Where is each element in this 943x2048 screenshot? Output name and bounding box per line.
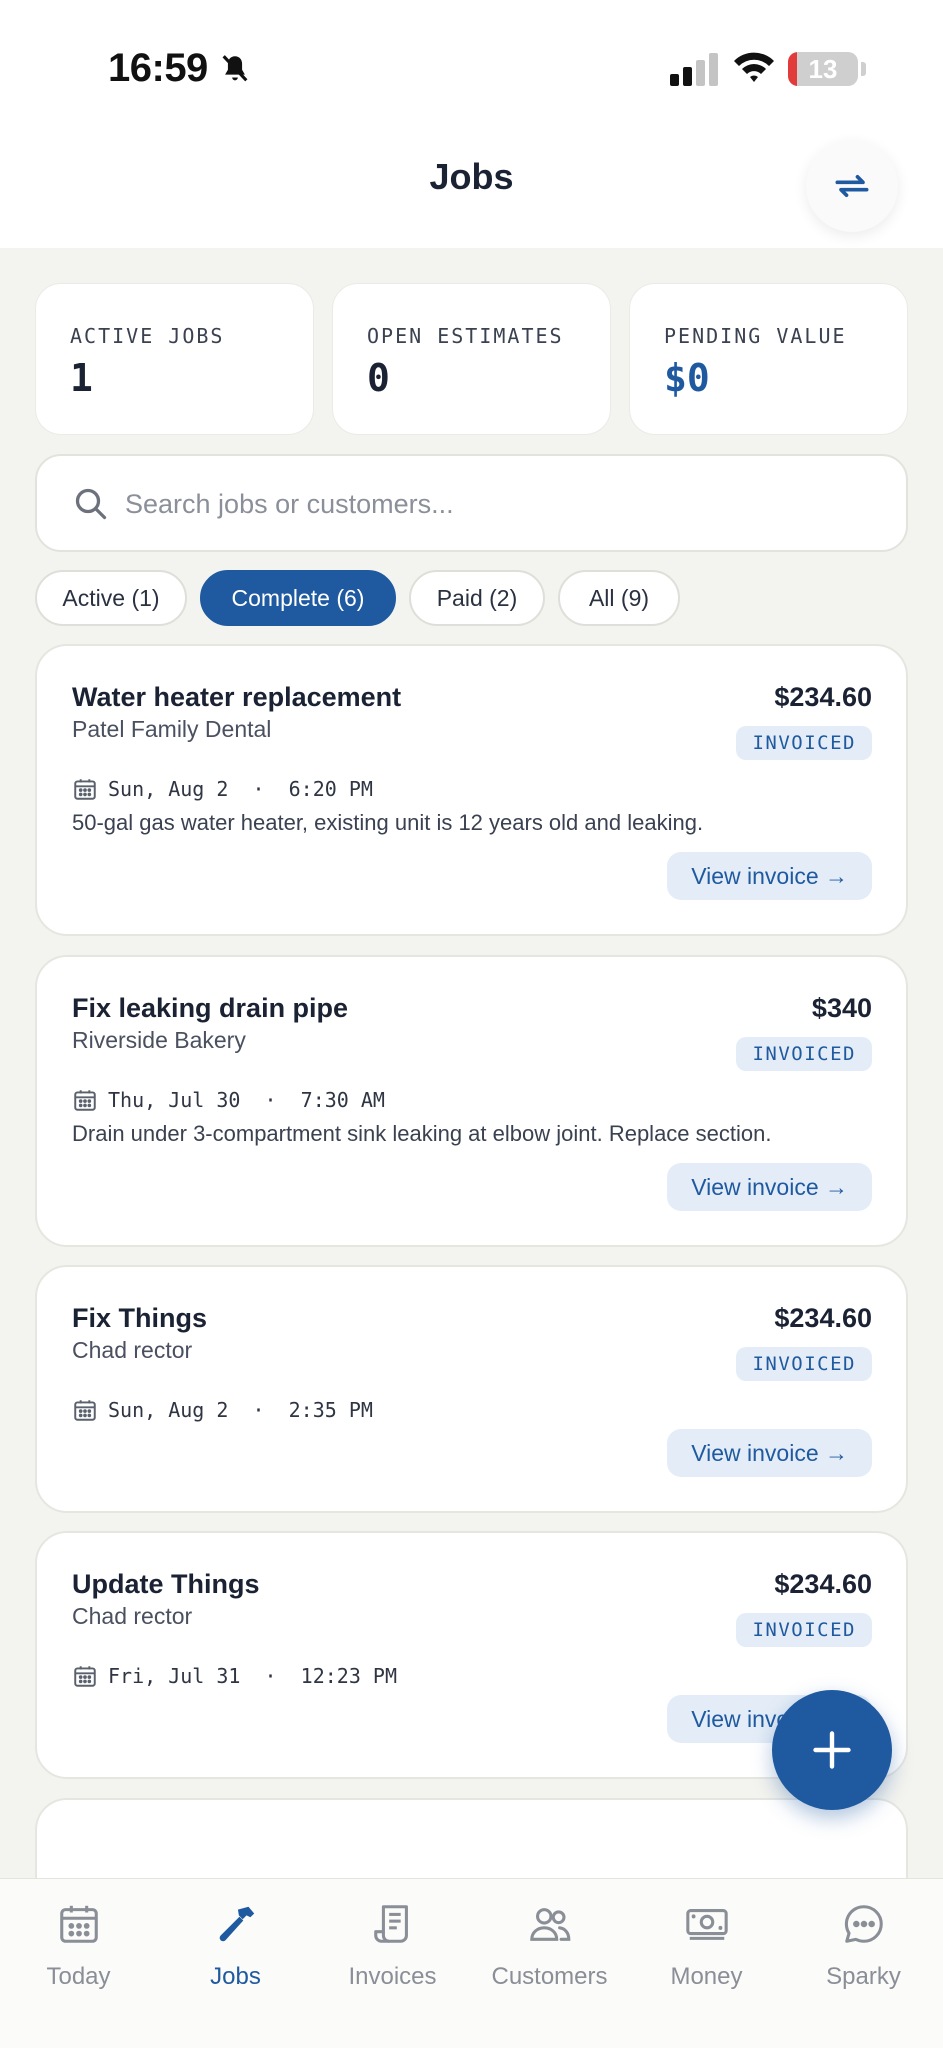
page-title: Jobs: [429, 156, 514, 197]
status-badge: INVOICED: [736, 1613, 872, 1647]
job-customer: Chad rector: [72, 1337, 193, 1363]
job-amount: $234.60: [774, 1569, 872, 1599]
job-date-row: Sun, Aug 2 · 2:35 PM: [72, 1395, 373, 1425]
nav-label: Money: [670, 1963, 743, 1990]
cellular-signal-icon: [670, 53, 718, 86]
job-title: Fix leaking drain pipe: [72, 993, 349, 1023]
nav-item-money[interactable]: Money: [628, 1893, 785, 2003]
search-icon: [75, 488, 107, 520]
battery-indicator: 13: [788, 52, 858, 86]
job-notes: 50-gal gas water heater, existing unit i…: [72, 810, 704, 835]
job-date: Thu, Jul 30 · 7:30 AM: [108, 1088, 385, 1112]
nav-label: Jobs: [210, 1963, 261, 1990]
job-amount: $234.60: [774, 682, 872, 712]
job-amount: $340: [811, 993, 872, 1023]
job-date: Fri, Jul 31 · 12:23 PM: [108, 1664, 397, 1688]
nav-label: Invoices: [348, 1963, 437, 1990]
filter-chip-active[interactable]: Active (1): [35, 570, 187, 626]
job-card[interactable]: Fix Things Chad rector $234.60 INVOICED …: [35, 1265, 908, 1513]
status-badge: INVOICED: [736, 1347, 872, 1381]
nav-label: Customers: [491, 1963, 608, 1990]
status-time: 16:59: [108, 46, 208, 90]
job-notes: Drain under 3-compartment sink leaking a…: [72, 1121, 772, 1146]
wifi-icon: [734, 52, 774, 82]
calendar-icon: [74, 779, 96, 800]
job-date: Sun, Aug 2 · 6:20 PM: [108, 777, 373, 801]
view-invoice-button[interactable]: View invoice →: [667, 1429, 872, 1477]
calendar-icon: [74, 1666, 96, 1687]
job-customer: Riverside Bakery: [72, 1027, 246, 1053]
status-badge: INVOICED: [736, 1037, 872, 1071]
job-date-row: Thu, Jul 30 · 7:30 AM: [72, 1085, 385, 1115]
receipt-icon: [374, 1905, 408, 1943]
stat-value: 0: [367, 356, 390, 400]
bottom-nav: Today Jobs Invoices Customers Money Spar…: [0, 1878, 943, 2048]
battery-percent: 13: [808, 54, 838, 84]
bell-muted-icon: [222, 55, 248, 82]
view-invoice-button[interactable]: View invoice →: [667, 1163, 872, 1211]
stat-value: 1: [70, 356, 93, 400]
stat-card-open-estimates: OPEN ESTIMATES 0: [332, 283, 611, 435]
job-card[interactable]: Water heater replacement Patel Family De…: [35, 644, 908, 936]
stat-card-active-jobs: ACTIVE JOBS 1: [35, 283, 314, 435]
stat-label: OPEN ESTIMATES: [367, 324, 564, 348]
nav-item-jobs[interactable]: Jobs: [157, 1893, 314, 2003]
sync-button[interactable]: [806, 140, 898, 232]
job-customer: Patel Family Dental: [72, 716, 272, 742]
job-amount: $234.60: [774, 1303, 872, 1333]
job-title: Water heater replacement: [72, 682, 402, 712]
stat-card-pending-value: PENDING VALUE $0: [629, 283, 908, 435]
stat-value: $0: [664, 356, 710, 400]
nav-item-invoices[interactable]: Invoices: [314, 1893, 471, 2003]
status-badge: INVOICED: [736, 726, 872, 760]
job-date-row: Fri, Jul 31 · 12:23 PM: [72, 1661, 397, 1691]
calendar-icon: [74, 1400, 96, 1421]
calendar-icon: [60, 1905, 98, 1943]
job-title: Update Things: [72, 1569, 260, 1599]
view-invoice-button[interactable]: View invoice →: [667, 852, 872, 900]
hammer-icon: [219, 1906, 255, 1942]
job-date-row: Sun, Aug 2 · 6:20 PM: [72, 774, 373, 804]
job-card[interactable]: Fix leaking drain pipe Riverside Bakery …: [35, 955, 908, 1247]
add-job-button[interactable]: [772, 1690, 892, 1810]
people-icon: [530, 1908, 571, 1941]
stat-label: PENDING VALUE: [664, 324, 847, 348]
nav-label: Today: [46, 1963, 111, 1990]
search-input[interactable]: [125, 478, 865, 530]
job-title: Fix Things: [72, 1303, 207, 1333]
filter-chip-paid[interactable]: Paid (2): [409, 570, 545, 626]
job-date: Sun, Aug 2 · 2:35 PM: [108, 1398, 373, 1422]
battery-tip: [861, 62, 866, 76]
nav-label: Sparky: [826, 1963, 901, 1990]
nav-item-customers[interactable]: Customers: [471, 1893, 628, 2003]
nav-item-today[interactable]: Today: [0, 1893, 157, 2003]
chat-icon: [844, 1905, 883, 1943]
cash-icon: [686, 1909, 728, 1940]
filter-chip-all[interactable]: All (9): [558, 570, 680, 626]
job-customer: Chad rector: [72, 1603, 193, 1629]
stat-label: ACTIVE JOBS: [70, 324, 225, 348]
nav-item-sparky[interactable]: Sparky: [785, 1893, 942, 2003]
sync-icon: [835, 175, 869, 197]
plus-icon: [813, 1731, 851, 1769]
search-box[interactable]: [35, 454, 908, 552]
filter-chip-complete[interactable]: Complete (6): [200, 570, 396, 626]
top-bar: 16:59 13 Jobs: [0, 0, 943, 248]
calendar-icon: [74, 1090, 96, 1111]
